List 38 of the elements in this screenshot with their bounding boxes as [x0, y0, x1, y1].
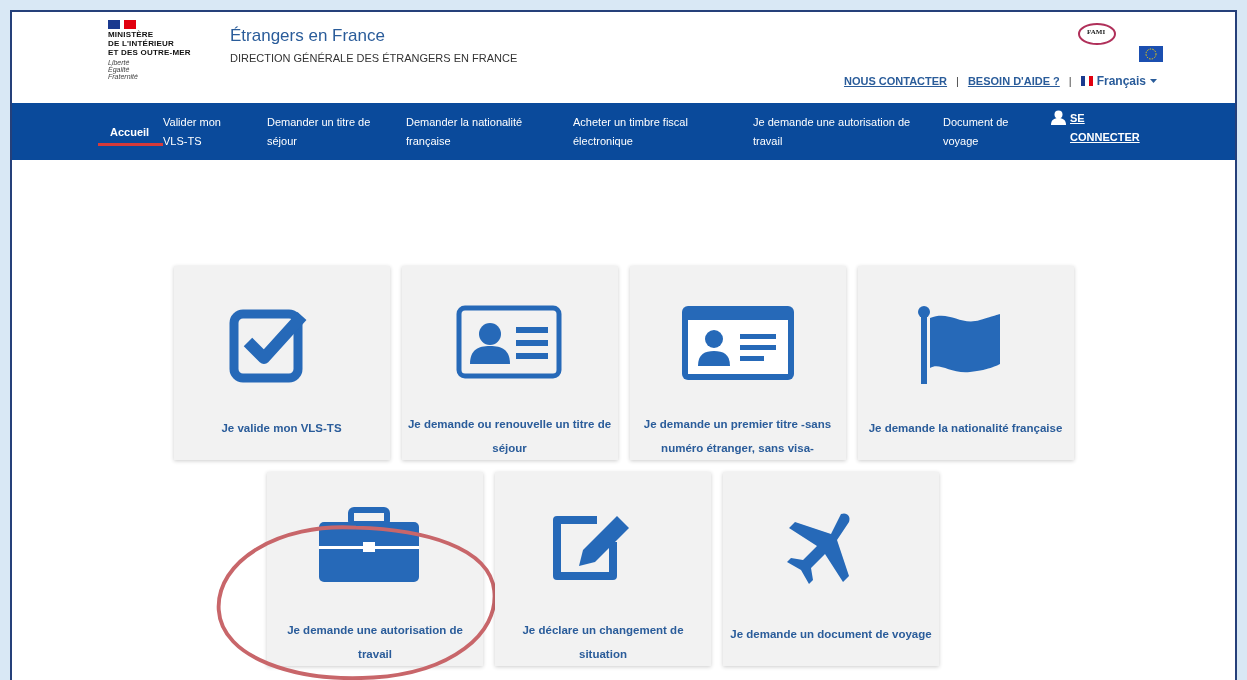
card-label: Je demande un document de voyage: [729, 627, 933, 642]
separator-text: |: [956, 75, 959, 87]
card-label: Je demande un premier titre -sans numéro étranger, sans visa-: [642, 417, 833, 456]
eu-flag-icon: [1139, 46, 1163, 62]
service-card[interactable]: Je valide mon VLS-TS: [173, 266, 390, 460]
flag-icon: [1080, 76, 1093, 86]
service-card[interactable]: Je demande un premier titre -sans numéro étranger, sans visa-: [629, 266, 846, 460]
nav-link[interactable]: Je demande une autorisation de travail: [753, 103, 913, 154]
card-label: Je déclare un changement de situation: [521, 623, 685, 662]
separator-text: |: [1068, 75, 1072, 87]
language-selector[interactable]: Français: [1080, 74, 1157, 88]
nav-link[interactable]: SE CONNECTER: [1051, 103, 1161, 150]
nav-link[interactable]: Demander un titre de séjour: [267, 103, 382, 154]
card-label: Je demande la nationalité française: [867, 421, 1064, 436]
card-label: Je valide mon VLS-TS: [220, 421, 343, 436]
service-card[interactable]: Je demande ou renouvelle un titre de séjour: [401, 266, 618, 460]
nav-link[interactable]: Valider mon VLS-TS: [163, 103, 243, 154]
service-card[interactable]: Je déclare un changement de situation: [495, 472, 711, 666]
nav-link[interactable]: Accueil: [98, 119, 163, 146]
nav-link[interactable]: Acheter un timbre fiscal électronique: [573, 103, 723, 154]
header-link[interactable]: NOUS CONTACTER: [844, 75, 948, 87]
card-label: Je demande une autorisation de travail: [286, 623, 464, 662]
service-card[interactable]: Je demande la nationalité française: [857, 266, 1074, 460]
site-title: Étrangers en France: [230, 26, 386, 46]
nav-link[interactable]: Demander la nationalité française: [406, 103, 556, 154]
logo-ring-icon: [1077, 20, 1117, 48]
service-card[interactable]: Je demande une autorisation de travail: [267, 472, 483, 666]
caret-icon: [1150, 79, 1157, 83]
header-link[interactable]: BESOIN D'AIDE ?: [967, 75, 1060, 87]
service-card[interactable]: Je demande un document de voyage: [723, 472, 939, 666]
site-subtitle: DIRECTION GÉNÉRALE DES ÉTRANGERS EN FRANCE: [230, 52, 518, 64]
card-label: Je demande ou renouvelle un titre de séjour: [406, 417, 613, 456]
ministry-name: ET DES OUTRE-MER: [108, 48, 192, 57]
ministry-name: DE L'INTÉRIEUR: [108, 39, 176, 48]
ministry-name: MINISTÈRE: [108, 30, 155, 39]
user-icon: [1051, 110, 1066, 125]
flag-icon: [108, 20, 138, 30]
nav-link[interactable]: Document de voyage: [943, 103, 1028, 154]
